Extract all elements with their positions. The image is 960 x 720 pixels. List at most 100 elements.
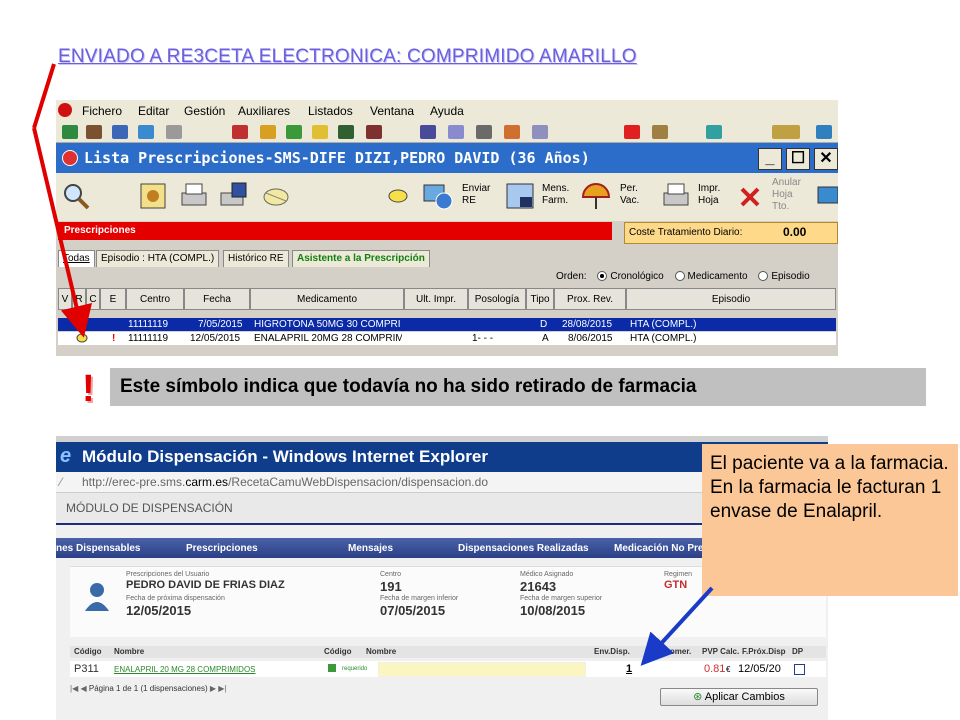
send-re-icon[interactable]: [422, 181, 454, 211]
search-icon[interactable]: [60, 181, 92, 211]
tool-icon[interactable]: [706, 125, 722, 139]
tab-todas[interactable]: Todas: [58, 250, 95, 267]
print-save-icon[interactable]: [218, 181, 250, 211]
cell-episodio: HTA (COMPL.): [630, 333, 697, 344]
tool-icon[interactable]: [504, 125, 520, 139]
tool-icon[interactable]: [286, 125, 302, 139]
table-row[interactable]: ! 11111119 12/05/2015 ENALAPRIL 20MG 28 …: [58, 332, 836, 345]
menu-ventana[interactable]: Ventana: [370, 104, 414, 118]
tool-icon[interactable]: [260, 125, 276, 139]
col-header[interactable]: Posología: [468, 288, 526, 310]
monitor-icon[interactable]: [816, 181, 838, 211]
col-header[interactable]: Tipo: [526, 288, 554, 310]
tool-icon[interactable]: [366, 125, 382, 139]
table-row[interactable]: 11111119 7/05/2015 HIGROTONA 50MG 30 COM…: [58, 318, 836, 331]
tool-icon[interactable]: [232, 125, 248, 139]
tool-icon[interactable]: [86, 125, 102, 139]
yellow-pill-icon: [76, 333, 88, 347]
pharmacy-message-icon[interactable]: [504, 181, 536, 211]
radio-episodio[interactable]: [758, 271, 769, 282]
menu-gestion[interactable]: Gestión: [184, 104, 225, 118]
nav-dispensables[interactable]: nes Dispensables: [56, 543, 140, 554]
col-header[interactable]: Fecha: [184, 288, 250, 310]
cell-prox-rev: 8/06/2015: [568, 333, 613, 344]
col-header[interactable]: C: [86, 288, 100, 310]
yellow-pill-icon[interactable]: [384, 181, 416, 211]
menu-fichero[interactable]: Fichero: [82, 104, 122, 118]
vaccine-umbrella-icon[interactable]: [580, 181, 612, 211]
col-header[interactable]: Medicamento: [250, 288, 404, 310]
tool-icon[interactable]: [448, 125, 464, 139]
minimize-icon[interactable]: _: [758, 148, 782, 170]
radio-medicamento[interactable]: [674, 271, 685, 282]
dp-checkbox[interactable]: [794, 664, 805, 675]
col-header[interactable]: E: [100, 288, 126, 310]
tool-icon[interactable]: [652, 125, 668, 139]
apply-changes-label: Aplicar Cambios: [704, 691, 785, 703]
tool-icon[interactable]: [138, 125, 154, 139]
menu-editar[interactable]: Editar: [138, 104, 169, 118]
last-page-icon[interactable]: ▶|: [218, 684, 226, 693]
radio-cronologico[interactable]: [597, 271, 608, 282]
per-label-2: Vac.: [620, 195, 640, 206]
status-icon: [328, 664, 336, 672]
cell-posologia: 1- - -: [472, 333, 494, 344]
tool-icon[interactable]: [312, 125, 328, 139]
nav-mensajes[interactable]: Mensajes: [348, 543, 393, 554]
cell-env-disp[interactable]: 1: [626, 663, 632, 675]
cell-fecha: 7/05/2015: [198, 319, 243, 330]
printer-icon[interactable]: [660, 181, 692, 211]
cell-medicamento: HIGROTONA 50MG 30 COMPRI: [254, 319, 401, 330]
apply-changes-button[interactable]: ⊛ Aplicar Cambios: [660, 688, 818, 706]
label-next-dispensation: Fecha de próxima dispensación: [126, 595, 225, 602]
tab-asistente[interactable]: Asistente a la Prescripción: [292, 250, 430, 267]
prev-page-icon[interactable]: ◀: [80, 684, 86, 693]
nav-dispensaciones-realizadas[interactable]: Dispensaciones Realizadas: [458, 543, 589, 554]
tool-icon[interactable]: [338, 125, 354, 139]
col-header[interactable]: Ult. Impr.: [404, 288, 468, 310]
menu-bar: Fichero Editar Gestión Auxiliares Listad…: [56, 100, 838, 122]
col-header: Nombre: [114, 647, 145, 656]
tool-icon[interactable]: [816, 125, 832, 139]
tool-icon[interactable]: [772, 125, 800, 139]
cell-pvp-calc: 0.81: [704, 663, 726, 675]
tab-historico[interactable]: Histórico RE: [223, 250, 289, 267]
col-header[interactable]: R: [72, 288, 86, 310]
nav-medicacion-no-prescrita[interactable]: Medicación No Pre: [614, 543, 703, 554]
col-header[interactable]: Episodio: [626, 288, 836, 310]
prescriptions-toolbar: Enviar RE Mens. Farm. Per. Vac. Impr. Hoja A…: [56, 173, 838, 221]
table-row[interactable]: P311 ENALAPRIL 20 MG 28 COMPRIMIDOS requ…: [70, 661, 826, 677]
coste-value: 0.00: [783, 225, 807, 239]
tab-episodio[interactable]: Episodio : HTA (COMPL.): [96, 250, 220, 267]
banner-text: Este símbolo indica que todavía no ha si…: [120, 376, 697, 397]
tool-icon[interactable]: [420, 125, 436, 139]
tool-icon[interactable]: [62, 125, 78, 139]
tool-icon[interactable]: [476, 125, 492, 139]
cell-nombre[interactable]: ENALAPRIL 20 MG 28 COMPRIMIDOS: [114, 665, 256, 674]
col-header[interactable]: Centro: [126, 288, 184, 310]
col-header[interactable]: Prox. Rev.: [554, 288, 626, 310]
menu-listados[interactable]: Listados: [308, 104, 353, 118]
col-header[interactable]: V: [58, 288, 72, 310]
not-dispensed-icon: !: [112, 333, 116, 344]
nombre-input[interactable]: [378, 662, 586, 677]
menu-ayuda[interactable]: Ayuda: [430, 104, 464, 118]
next-page-icon[interactable]: ▶: [210, 684, 216, 693]
prescription-note-icon[interactable]: [138, 181, 170, 211]
tool-icon[interactable]: [112, 125, 128, 139]
tool-icon[interactable]: [624, 125, 640, 139]
first-page-icon[interactable]: |◀: [70, 684, 78, 693]
nav-prescripciones[interactable]: Prescripciones: [186, 543, 258, 554]
pagination: |◀ ◀ Página 1 de 1 (1 dispensaciones) ▶ …: [70, 684, 370, 693]
mens-label-2: Farm.: [542, 195, 569, 206]
centro-value: 191: [380, 579, 402, 594]
close-icon[interactable]: ✕: [814, 148, 838, 170]
cancel-x-icon[interactable]: [734, 181, 766, 211]
pill-icon[interactable]: [260, 181, 292, 211]
tool-icon[interactable]: [532, 125, 548, 139]
app-logo-icon: [58, 103, 72, 117]
printer-icon[interactable]: [178, 181, 210, 211]
maximize-icon[interactable]: ☐: [786, 148, 810, 170]
tool-icon[interactable]: [166, 125, 182, 139]
menu-auxiliares[interactable]: Auxiliares: [238, 104, 290, 118]
